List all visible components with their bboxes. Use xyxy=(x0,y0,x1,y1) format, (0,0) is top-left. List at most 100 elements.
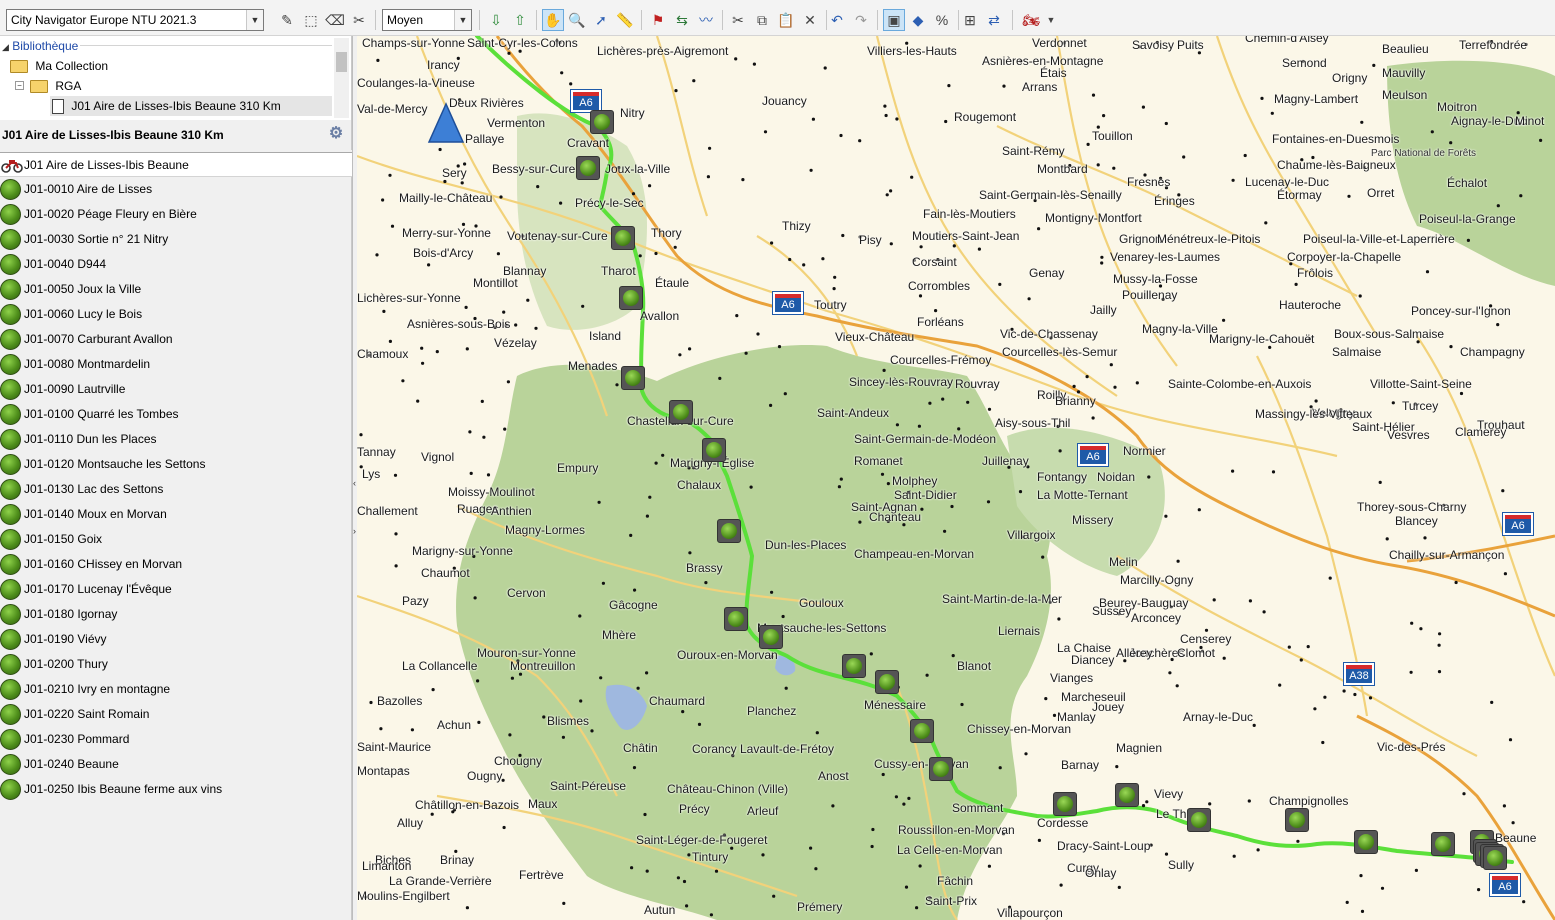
waypoint-list-item[interactable]: J01-0160 CHissey en Morvan xyxy=(0,552,352,577)
waypoint-list-item[interactable]: J01-0150 Goix xyxy=(0,527,352,552)
fit-map-icon[interactable]: ⊞ xyxy=(959,9,981,31)
sync-view-icon[interactable]: ⇄ xyxy=(983,9,1005,31)
waypoint-list-item[interactable]: J01-0070 Carburant Avallon xyxy=(0,327,352,352)
tree-item-route-file[interactable]: J01 Aire de Lisses-Ibis Beaune 310 Km xyxy=(50,96,332,116)
map-waypoint-marker[interactable] xyxy=(910,719,934,743)
village-dot xyxy=(1222,656,1226,660)
create-route-icon[interactable]: ⇆ xyxy=(671,9,693,31)
expand-right-icon[interactable]: › xyxy=(353,526,356,536)
pencil-icon[interactable]: ✎ xyxy=(276,9,298,31)
undo-icon[interactable]: ↶ xyxy=(826,9,848,31)
waypoint-list-item[interactable]: J01-0120 Montsauche les Settons xyxy=(0,452,352,477)
map-waypoint-marker[interactable] xyxy=(1431,832,1455,856)
map-waypoint-marker[interactable] xyxy=(929,757,953,781)
map-waypoint-marker[interactable] xyxy=(875,670,899,694)
map-waypoint-marker[interactable] xyxy=(1053,792,1077,816)
map-waypoint-marker[interactable] xyxy=(724,607,748,631)
waypoint-list-item[interactable]: J01-0010 Aire de Lisses xyxy=(0,177,352,202)
village-dot xyxy=(821,257,825,261)
scissors-split-icon[interactable]: ✂ xyxy=(348,9,370,31)
place-label: Maux xyxy=(528,797,558,811)
map-waypoint-marker[interactable] xyxy=(1187,808,1211,832)
cut-icon[interactable]: ✂ xyxy=(727,9,749,31)
2d-map-view-icon[interactable]: ▣ xyxy=(883,9,905,31)
chevron-down-icon[interactable]: ▼ xyxy=(1044,9,1058,31)
route-list-item[interactable]: J01 Aire de Lisses-Ibis Beaune xyxy=(0,152,352,177)
send-to-device-icon[interactable]: ⇩ xyxy=(485,9,507,31)
village-dot xyxy=(734,57,738,61)
map-layers-icon[interactable]: % xyxy=(931,9,953,31)
place-label: Pallaye xyxy=(465,132,505,146)
create-waypoint-icon[interactable]: ⚑ xyxy=(647,9,669,31)
map-waypoint-marker[interactable] xyxy=(759,625,783,649)
paste-icon[interactable]: 📋 xyxy=(775,9,797,31)
select-area-icon[interactable]: ⬚ xyxy=(300,9,322,31)
waypoint-list-item[interactable]: J01-0020 Péage Fleury en Bière xyxy=(0,202,352,227)
detail-level-select[interactable]: Moyen ▼ xyxy=(382,9,472,31)
delete-icon[interactable]: ✕ xyxy=(799,9,821,31)
waypoint-list-item[interactable]: J01-0230 Pommard xyxy=(0,727,352,752)
detail-level-value: Moyen xyxy=(387,13,424,27)
village-dot xyxy=(688,347,692,351)
gear-icon[interactable]: ⚙ xyxy=(327,125,345,143)
waypoint-list-item[interactable]: J01-0190 Viévy xyxy=(0,627,352,652)
waypoint-list-item[interactable]: J01-0040 D944 xyxy=(0,252,352,277)
place-label: Étaule xyxy=(655,276,690,290)
waypoint-list-item[interactable]: J01-0170 Lucenay l'Évêque xyxy=(0,577,352,602)
waypoint-list-item[interactable]: J01-0090 Lautrville xyxy=(0,377,352,402)
waypoint-list-item[interactable]: J01-0220 Saint Romain xyxy=(0,702,352,727)
eraser-icon[interactable]: ⌫ xyxy=(324,9,346,31)
library-scrollbar[interactable] xyxy=(334,38,349,118)
waypoint-list-item[interactable]: J01-0180 Igornay xyxy=(0,602,352,627)
waypoint-list-item[interactable]: J01-0200 Thury xyxy=(0,652,352,677)
waypoint-list-item[interactable]: J01-0210 Ivry en montagne xyxy=(0,677,352,702)
receive-from-device-icon[interactable]: ⇧ xyxy=(509,9,531,31)
map-waypoint-marker[interactable] xyxy=(611,226,635,250)
waypoint-list-item[interactable]: J01-0100 Quarré les Tombes xyxy=(0,402,352,427)
redo-icon[interactable]: ↷ xyxy=(850,9,872,31)
map-waypoint-marker[interactable] xyxy=(842,654,866,678)
scrollbar-thumb[interactable] xyxy=(336,52,347,72)
waypoint-list-item[interactable]: J01-0110 Dun les Places xyxy=(0,427,352,452)
map-waypoint-marker[interactable] xyxy=(1285,808,1309,832)
measure-ruler-icon[interactable]: 📏 xyxy=(614,9,636,31)
waypoint-list-item[interactable]: J01-0130 Lac des Settons xyxy=(0,477,352,502)
map-product-select[interactable]: City Navigator Europe NTU 2021.3 ▼ xyxy=(6,9,264,31)
place-label: Lys xyxy=(362,467,381,481)
village-dot xyxy=(632,766,637,770)
map-view[interactable]: Champs-sur-Yonne Saint-Cyr-les-Colons Lich… xyxy=(357,36,1555,920)
waypoint-list-item[interactable]: J01-0080 Montmardelin xyxy=(0,352,352,377)
3d-view-icon[interactable]: ◆ xyxy=(907,9,929,31)
map-waypoint-marker[interactable] xyxy=(669,400,693,424)
map-waypoint-marker[interactable] xyxy=(717,519,741,543)
map-waypoint-marker[interactable] xyxy=(702,438,726,462)
waypoint-list-item[interactable]: J01-0030 Sortie n° 21 Nitry xyxy=(0,227,352,252)
map-waypoint-marker[interactable] xyxy=(619,286,643,310)
waypoint-list-item[interactable]: J01-0050 Joux la Ville xyxy=(0,277,352,302)
copy-icon[interactable]: ⧉ xyxy=(751,9,773,31)
selection-arrow-icon[interactable]: ➚ xyxy=(590,9,612,31)
map-waypoint-marker[interactable] xyxy=(1483,846,1507,870)
waypoint-list-item[interactable]: J01-0060 Lucy le Bois xyxy=(0,302,352,327)
map-waypoint-marker[interactable] xyxy=(1115,783,1139,807)
hand-pan-icon[interactable]: ✋ xyxy=(542,9,564,31)
village-dot xyxy=(578,614,582,618)
motorcycle-profile-icon[interactable]: 🏍 xyxy=(1020,9,1042,31)
create-track-icon[interactable]: 〰 xyxy=(695,9,717,31)
waypoint-list-item[interactable]: J01-0140 Moux en Morvan xyxy=(0,502,352,527)
waypoint-list-item[interactable]: J01-0240 Beaune xyxy=(0,752,352,777)
collapse-left-icon[interactable]: ‹ xyxy=(353,478,356,488)
tree-root[interactable]: ◢ Bibliothèque xyxy=(2,36,78,56)
map-waypoint-marker[interactable] xyxy=(1354,830,1378,854)
waypoint-list-item[interactable]: J01-0250 Ibis Beaune ferme aux vins xyxy=(0,777,352,802)
village-dot xyxy=(928,401,932,405)
tree-item-collection[interactable]: Ma Collection xyxy=(10,56,108,76)
map-waypoint-marker[interactable] xyxy=(621,366,645,390)
map-waypoint-marker[interactable] xyxy=(590,110,614,134)
tree-item-folder[interactable]: RGA xyxy=(30,76,81,96)
map-waypoint-marker[interactable] xyxy=(576,156,600,180)
village-dot xyxy=(1024,752,1028,756)
place-label: Arrans xyxy=(1022,80,1058,94)
zoom-magnifier-icon[interactable]: 🔍 xyxy=(566,9,588,31)
expander-icon[interactable]: − xyxy=(15,81,24,90)
